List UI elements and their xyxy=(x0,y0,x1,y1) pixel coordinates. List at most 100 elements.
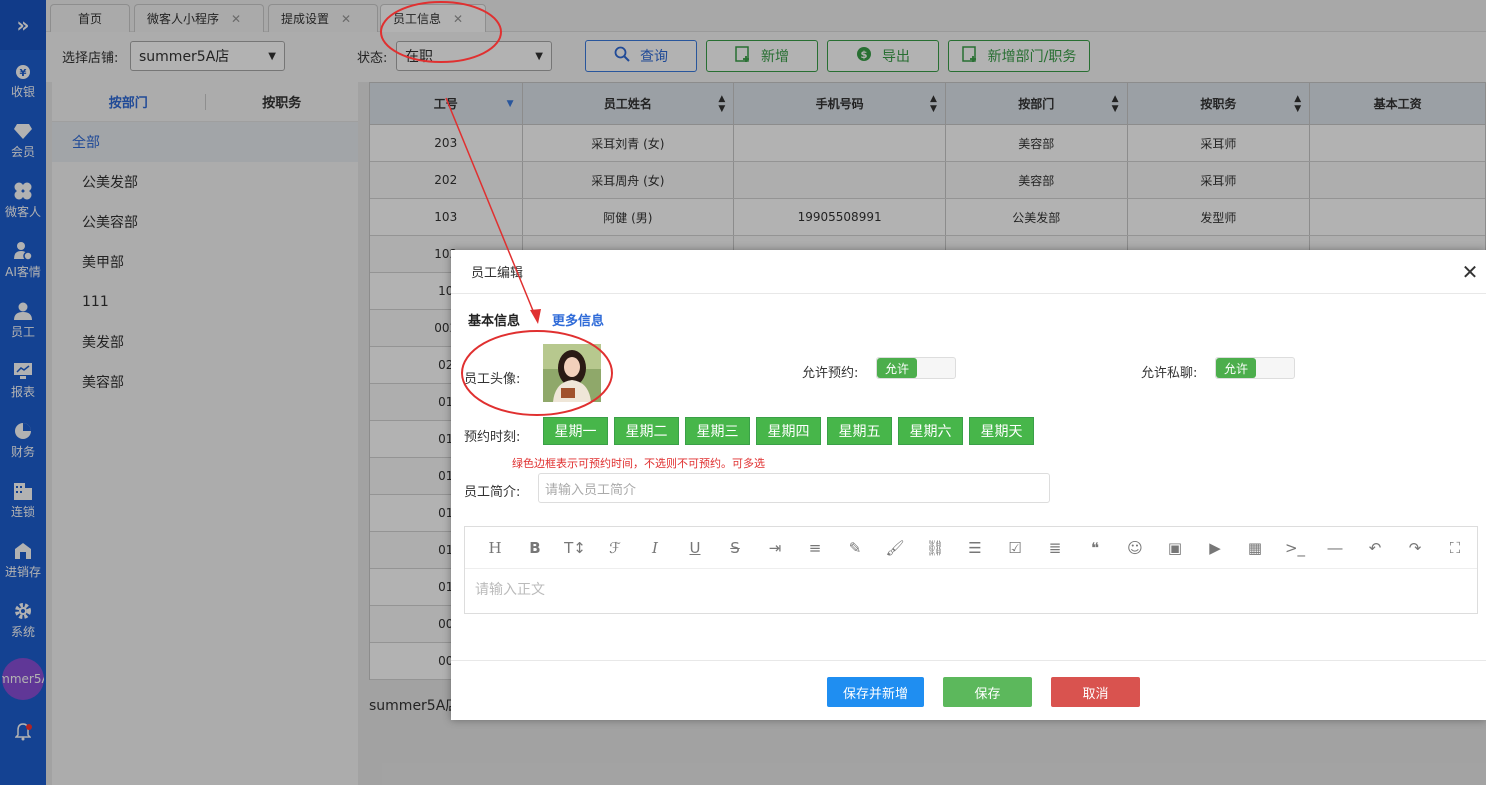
diamond-icon xyxy=(13,121,33,141)
column-header-dept[interactable]: 按部门 ▲ ▼ xyxy=(946,83,1128,124)
font-size-icon[interactable]: T↕ xyxy=(555,539,595,557)
day-thursday[interactable]: 星期四 xyxy=(756,417,821,445)
store-avatar[interactable]: summer5A店 xyxy=(2,658,44,700)
day-tuesday[interactable]: 星期二 xyxy=(614,417,679,445)
department-item[interactable]: 公美发部 xyxy=(52,162,358,202)
sidebar-item-ai[interactable]: AI客情 xyxy=(0,230,46,290)
sidebar-item-staff[interactable]: 员工 xyxy=(0,290,46,350)
link-icon[interactable]: ⛓ xyxy=(915,539,955,557)
tab-basic-info[interactable]: 基本信息 xyxy=(468,310,520,329)
svg-text:¥: ¥ xyxy=(20,68,27,79)
department-item-all[interactable]: 全部 xyxy=(52,122,358,162)
table-row[interactable]: 103 阿健 (男) 19905508991 公美发部 发型师 xyxy=(370,199,1485,236)
tab-more-info[interactable]: 更多信息 xyxy=(552,310,604,329)
video-icon[interactable]: ▶ xyxy=(1195,539,1235,557)
export-button[interactable]: $ 导出 xyxy=(827,40,939,72)
tab-by-job[interactable]: 按职务 xyxy=(206,92,359,111)
align-icon[interactable]: ≣ xyxy=(1035,539,1075,557)
column-header-name[interactable]: 员工姓名 ▲ ▼ xyxy=(523,83,735,124)
department-item[interactable]: 美发部 xyxy=(52,322,358,362)
close-icon[interactable]: ✕ xyxy=(1458,260,1482,284)
allow-booking-toggle[interactable]: 允许 xyxy=(876,357,956,379)
status-select-value: 在职 xyxy=(405,49,433,65)
intro-input[interactable]: 请输入员工简介 xyxy=(538,473,1050,503)
close-icon[interactable]: ✕ xyxy=(453,12,463,26)
department-item[interactable]: 111 xyxy=(52,282,358,322)
staff-avatar-image[interactable] xyxy=(543,344,601,402)
sidebar-item-member[interactable]: 会员 xyxy=(0,110,46,170)
store-select-value: summer5A店 xyxy=(139,49,230,65)
day-sunday[interactable]: 星期天 xyxy=(969,417,1034,445)
sidebar-item-finance[interactable]: 财务 xyxy=(0,410,46,470)
sort-icon: ▲ ▼ xyxy=(930,93,937,114)
tab-staff-info[interactable]: 员工信息 ✕ xyxy=(380,4,486,32)
save-button[interactable]: 保存 xyxy=(943,677,1032,707)
column-header-salary[interactable]: 基本工资 xyxy=(1310,83,1485,124)
department-item[interactable]: 美甲部 xyxy=(52,242,358,282)
heading-icon[interactable]: H xyxy=(475,539,515,557)
tab-by-department[interactable]: 按部门 xyxy=(52,92,205,111)
day-monday[interactable]: 星期一 xyxy=(543,417,608,445)
quote-icon[interactable]: ❝ xyxy=(1075,539,1115,557)
brush-icon[interactable]: 🖌 xyxy=(875,539,915,557)
redo-icon[interactable]: ↷ xyxy=(1395,539,1435,557)
store-label: 选择店铺: xyxy=(62,51,119,66)
sidebar-item-system[interactable]: 系统 xyxy=(0,590,46,650)
day-wednesday[interactable]: 星期三 xyxy=(685,417,750,445)
undo-icon[interactable]: ↶ xyxy=(1355,539,1395,557)
italic-icon[interactable]: I xyxy=(635,539,675,557)
save-and-new-button[interactable]: 保存并新增 xyxy=(827,677,924,707)
underline-icon[interactable]: U xyxy=(675,539,715,557)
sidebar-item-cashier[interactable]: ¥ 收银 xyxy=(0,50,46,110)
image-icon[interactable]: ▣ xyxy=(1155,539,1195,557)
sidebar-item-report[interactable]: 报表 xyxy=(0,350,46,410)
add-button[interactable]: 新增 xyxy=(706,40,818,72)
cancel-button[interactable]: 取消 xyxy=(1051,677,1140,707)
department-panel: 按部门 按职务 全部 公美发部 公美容部 美甲部 111 美发部 美容部 xyxy=(52,82,358,785)
code-icon[interactable]: >_ xyxy=(1275,539,1315,557)
expand-sidebar-button[interactable]: » xyxy=(0,0,46,50)
table-cell: 采耳周舟 (女) xyxy=(523,162,735,198)
emoji-icon[interactable]: ☺ xyxy=(1115,539,1155,557)
sidebar-item-label: 收银 xyxy=(10,84,35,99)
tab-mini-program[interactable]: 微客人小程序 ✕ xyxy=(134,4,264,32)
font-icon[interactable]: ℱ xyxy=(595,539,635,557)
day-saturday[interactable]: 星期六 xyxy=(898,417,963,445)
indent-icon[interactable]: ⇥ xyxy=(755,539,795,557)
tab-commission[interactable]: 提成设置 ✕ xyxy=(268,4,378,32)
status-select[interactable]: 在职 ▼ xyxy=(396,41,552,71)
list-icon[interactable]: ☰ xyxy=(955,539,995,557)
sidebar-item-label: 会员 xyxy=(10,144,35,159)
editor-body[interactable]: 请输入正文 xyxy=(465,569,1477,609)
query-button[interactable]: 查询 xyxy=(585,40,697,72)
toggle-on-label: 允许 xyxy=(1216,358,1256,378)
sidebar-item-weike[interactable]: 微客人 xyxy=(0,170,46,230)
store-select[interactable]: summer5A店 ▼ xyxy=(130,41,285,71)
sidebar-item-inventory[interactable]: 进销存 xyxy=(0,530,46,590)
strikethrough-icon[interactable]: S xyxy=(715,539,755,557)
fullscreen-icon[interactable]: ⛶ xyxy=(1435,539,1475,557)
table-row[interactable]: 202 采耳周舟 (女) 美容部 采耳师 xyxy=(370,162,1485,199)
department-item[interactable]: 公美容部 xyxy=(52,202,358,242)
close-icon[interactable]: ✕ xyxy=(341,12,351,26)
column-label: 按部门 xyxy=(1018,97,1055,111)
department-item[interactable]: 美容部 xyxy=(52,362,358,402)
allow-chat-toggle[interactable]: 允许 xyxy=(1215,357,1295,379)
sidebar-item-chain[interactable]: 连锁 xyxy=(0,470,46,530)
checkbox-icon[interactable]: ☑ xyxy=(995,539,1035,557)
column-header-id[interactable]: 工号 ▼ xyxy=(370,83,523,124)
tab-home[interactable]: 首页 xyxy=(50,4,130,32)
divider-icon[interactable]: ― xyxy=(1315,539,1355,557)
column-header-phone[interactable]: 手机号码 ▲ ▼ xyxy=(734,83,946,124)
close-icon[interactable]: ✕ xyxy=(231,12,241,26)
day-friday[interactable]: 星期五 xyxy=(827,417,892,445)
table-row[interactable]: 203 采耳刘青 (女) 美容部 采耳师 xyxy=(370,125,1485,162)
notification-button[interactable] xyxy=(0,714,46,754)
pen-icon[interactable]: ✎ xyxy=(835,539,875,557)
bold-icon[interactable]: B xyxy=(515,539,555,557)
add-dept-button[interactable]: 新增部门/职务 xyxy=(948,40,1090,72)
sidebar-item-label: 报表 xyxy=(10,384,35,399)
line-height-icon[interactable]: ≡ xyxy=(795,539,835,557)
column-header-job[interactable]: 按职务 ▲ ▼ xyxy=(1128,83,1311,124)
table-icon[interactable]: ▦ xyxy=(1235,539,1275,557)
